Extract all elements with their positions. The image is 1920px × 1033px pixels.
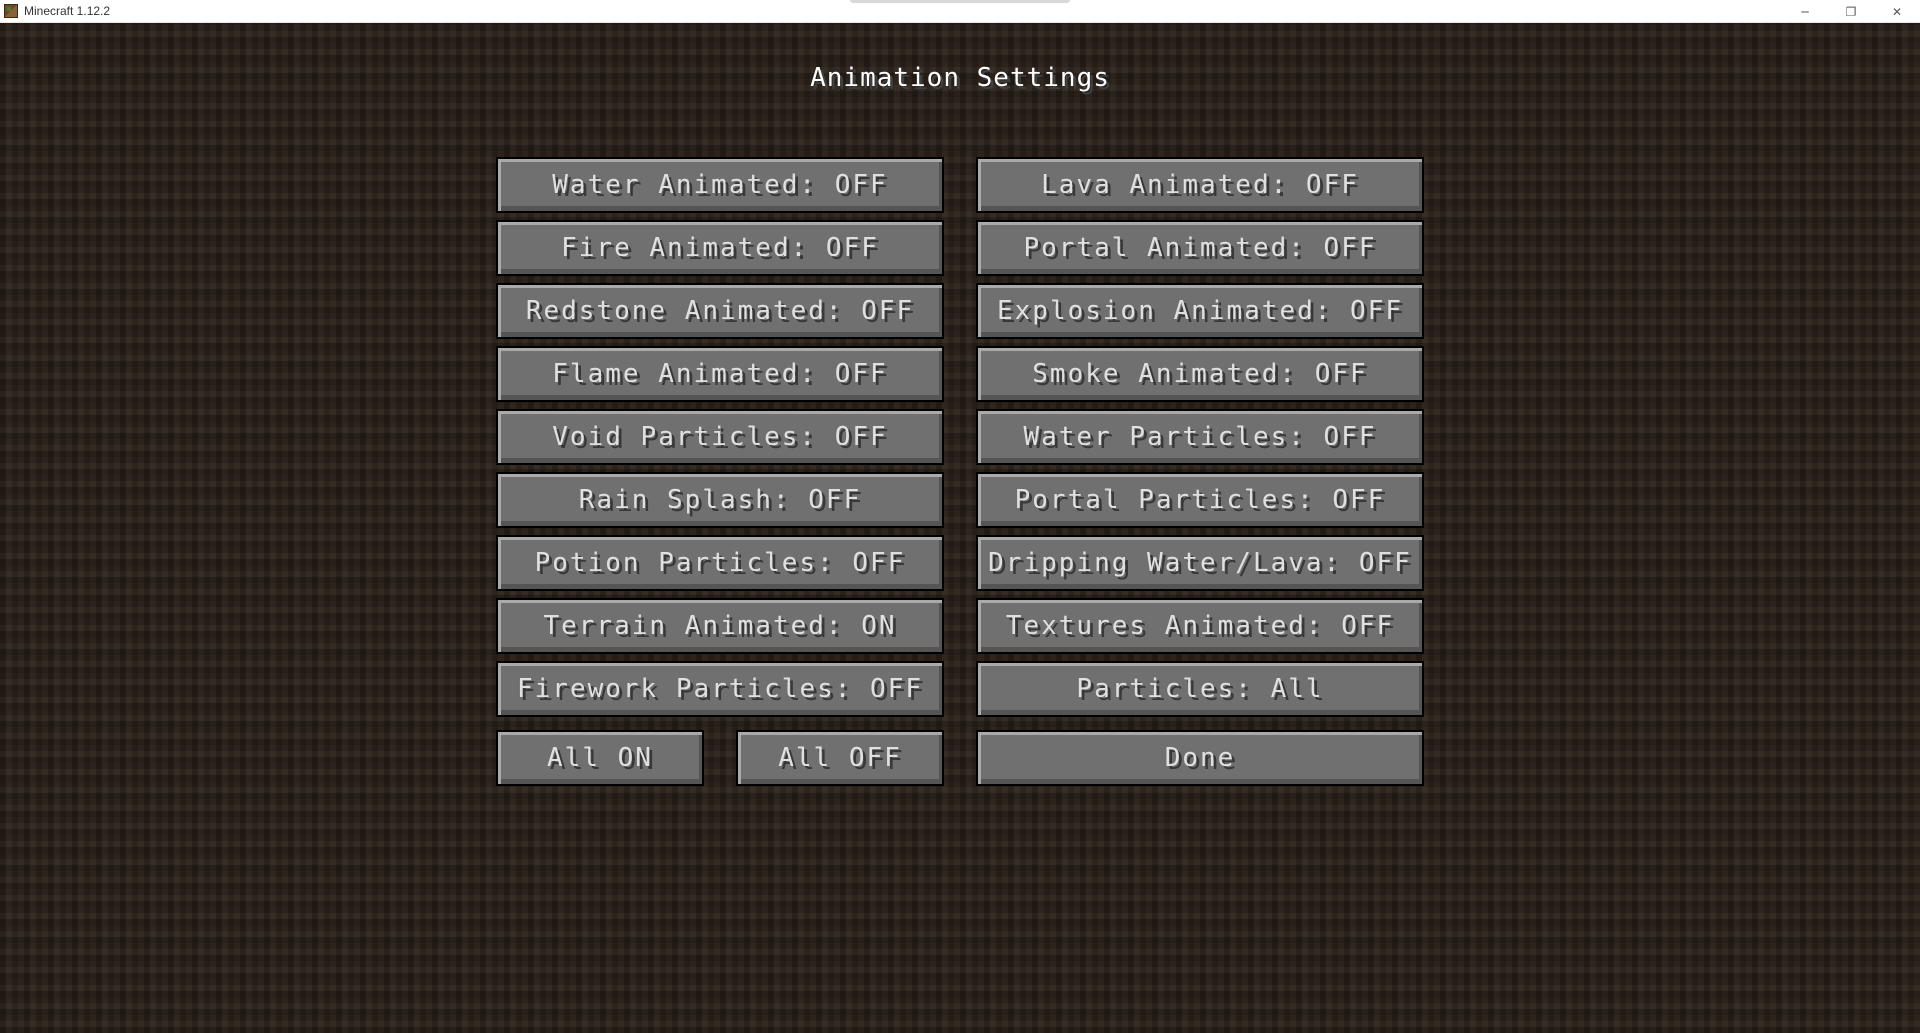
close-icon: ✕ — [1891, 4, 1903, 19]
void-particles-button[interactable]: Void Particles: OFF — [496, 409, 944, 465]
minimize-icon: ─ — [1801, 4, 1809, 19]
flame-animated-button[interactable]: Flame Animated: OFF — [496, 346, 944, 402]
minimize-button[interactable]: ─ — [1782, 0, 1828, 23]
fire-animated-button[interactable]: Fire Animated: OFF — [496, 220, 944, 276]
redstone-animated-button[interactable]: Redstone Animated: OFF — [496, 283, 944, 339]
animation-settings-screen: Animation Settings Water Animated: OFF L… — [0, 23, 1920, 1033]
water-animated-button[interactable]: Water Animated: OFF — [496, 157, 944, 213]
window-titlebar[interactable]: Minecraft 1.12.2 ─ ❐ ✕ — [0, 0, 1920, 23]
minecraft-icon — [4, 4, 18, 18]
particles-button[interactable]: Particles: All — [976, 661, 1424, 717]
terrain-animated-button[interactable]: Terrain Animated: ON — [496, 598, 944, 654]
done-button[interactable]: Done — [976, 730, 1424, 786]
potion-particles-button[interactable]: Potion Particles: OFF — [496, 535, 944, 591]
restore-icon: ❐ — [1845, 4, 1857, 19]
all-off-button[interactable]: All OFF — [736, 730, 944, 786]
textures-animated-button[interactable]: Textures Animated: OFF — [976, 598, 1424, 654]
firework-particles-button[interactable]: Firework Particles: OFF — [496, 661, 944, 717]
all-on-button[interactable]: All ON — [496, 730, 704, 786]
lava-animated-button[interactable]: Lava Animated: OFF — [976, 157, 1424, 213]
window-title: Minecraft 1.12.2 — [24, 4, 111, 18]
snap-layout-handle[interactable] — [850, 0, 1070, 3]
rain-splash-button[interactable]: Rain Splash: OFF — [496, 472, 944, 528]
window-controls: ─ ❐ ✕ — [1782, 0, 1920, 23]
screen-title: Animation Settings — [810, 63, 1110, 93]
water-particles-button[interactable]: Water Particles: OFF — [976, 409, 1424, 465]
explosion-animated-button[interactable]: Explosion Animated: OFF — [976, 283, 1424, 339]
dripping-water-lava-button[interactable]: Dripping Water/Lava: OFF — [976, 535, 1424, 591]
restore-button[interactable]: ❐ — [1828, 0, 1874, 23]
portal-animated-button[interactable]: Portal Animated: OFF — [976, 220, 1424, 276]
smoke-animated-button[interactable]: Smoke Animated: OFF — [976, 346, 1424, 402]
close-button[interactable]: ✕ — [1874, 0, 1920, 23]
portal-particles-button[interactable]: Portal Particles: OFF — [976, 472, 1424, 528]
